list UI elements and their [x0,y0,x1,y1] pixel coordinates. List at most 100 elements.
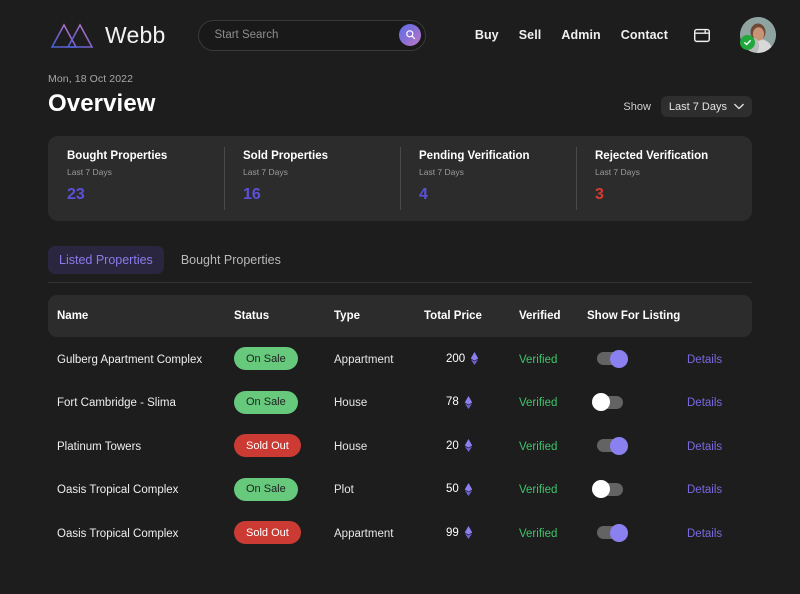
details-link[interactable]: Details [687,397,722,409]
cell-property-type: Plot [334,484,354,497]
wallet-icon[interactable] [692,25,712,45]
stat-subtitle: Last 7 Days [595,167,640,177]
stat-title: Bought Properties [67,150,168,162]
cell-property-type: House [334,440,368,453]
status-badge: On Sale [234,347,298,371]
nav-item-contact[interactable]: Contact [621,28,668,42]
cell-verified-status: Verified [519,484,558,497]
stat-value: 16 [243,186,261,203]
toggle-knob [610,349,628,368]
search-container [198,19,427,51]
stat-card-pending-verification: Pending Verification Last 7 Days 4 [400,136,576,221]
properties-table: Name Status Type Total Price Verified Sh… [48,295,752,555]
details-link[interactable]: Details [687,354,722,366]
show-for-listing-toggle[interactable] [597,523,628,542]
status-badge: On Sale [234,390,298,414]
column-header-type: Type [334,310,360,322]
cell-property-type: Appartment [334,353,394,366]
cell-total-price: 200 [424,352,519,366]
cell-total-price: 78 [424,395,519,409]
table-row: Fort Cambridge - Slima On Sale House 78 Veri… [48,381,752,425]
cell-total-price: 20 [424,439,519,453]
status-badge: Sold Out [234,521,301,545]
column-header-verified: Verified [519,310,561,322]
column-header-status: Status [234,310,270,322]
ethereum-icon [464,526,473,540]
table-row: Oasis Tropical Complex On Sale Plot 50 Verif… [48,468,752,512]
nav-item-sell[interactable]: Sell [519,28,542,42]
brand-name: Webb [105,21,166,48]
cell-total-price: 99 [424,526,519,540]
stat-subtitle: Last 7 Days [67,167,112,177]
chevron-down-icon [734,103,744,110]
ethereum-icon [470,352,479,366]
stat-title: Pending Verification [419,150,530,162]
stat-title: Rejected Verification [595,150,709,162]
stat-card-rejected-verification: Rejected Verification Last 7 Days 3 [576,136,752,221]
dashboard-page: Webb Buy Sell Admin Contact [0,0,800,594]
check-badge-icon [740,35,755,50]
details-link[interactable]: Details [687,528,722,540]
nav-item-buy[interactable]: Buy [475,28,499,42]
date-range-value: Last 7 Days [668,100,727,113]
mountain-logo-icon [50,23,94,48]
cell-verified-status: Verified [519,527,558,540]
date-range-select[interactable]: Last 7 Days [660,96,752,117]
cell-property-name: Oasis Tropical Complex [57,484,179,497]
main-nav: Buy Sell Admin Contact [475,17,776,53]
toggle-knob [610,523,628,542]
column-header-show-for-listing: Show For Listing [587,310,681,322]
cell-property-name: Oasis Tropical Complex [57,527,179,540]
details-link[interactable]: Details [687,441,722,453]
table-row: Gulberg Apartment Complex On Sale Appartme… [48,337,752,381]
details-link[interactable]: Details [687,484,722,496]
search-button[interactable] [399,23,422,46]
stat-value: 3 [595,186,604,203]
ethereum-icon [464,439,473,453]
price-value: 50 [446,483,459,496]
search-input[interactable] [198,19,427,51]
price-value: 99 [446,526,459,539]
stat-value: 4 [419,186,428,203]
cell-property-name: Platinum Towers [57,440,142,453]
app-header: Webb Buy Sell Admin Contact [0,0,800,70]
toggle-knob [592,393,610,412]
cell-property-type: House [334,397,368,410]
stat-card-bought-properties: Bought Properties Last 7 Days 23 [48,136,224,221]
cell-verified-status: Verified [519,440,558,453]
status-badge: On Sale [234,477,298,501]
table-body: Gulberg Apartment Complex On Sale Appartme… [48,337,752,555]
toggle-knob [592,480,610,499]
column-header-total-price: Total Price [424,310,482,322]
search-icon [406,30,416,40]
current-date: Mon, 18 Oct 2022 [48,73,134,85]
cell-property-name: Fort Cambridge - Slima [57,397,176,410]
brand[interactable]: Webb [50,20,165,50]
stats-cards: Bought Properties Last 7 Days 23 Sold Pr… [48,136,752,221]
stat-title: Sold Properties [243,150,328,162]
column-header-name: Name [57,310,89,322]
cell-property-name: Gulberg Apartment Complex [57,353,203,366]
stat-subtitle: Last 7 Days [419,167,464,177]
show-for-listing-toggle[interactable] [592,480,623,499]
table-row: Oasis Tropical Complex Sold Out Appartment… [48,511,752,555]
cell-verified-status: Verified [519,353,558,366]
filter-group: Show Last 7 Days [623,96,752,117]
stat-card-sold-properties: Sold Properties Last 7 Days 16 [224,136,400,221]
nav-item-admin[interactable]: Admin [561,28,600,42]
stat-subtitle: Last 7 Days [243,167,288,177]
tab-listed-properties[interactable]: Listed Properties [48,246,164,274]
property-tabs: Listed Properties Bought Properties [48,246,752,283]
status-badge: Sold Out [234,434,301,458]
price-value: 20 [446,439,459,452]
cell-verified-status: Verified [519,397,558,410]
tab-bought-properties[interactable]: Bought Properties [170,246,292,274]
show-for-listing-toggle[interactable] [592,393,623,412]
price-value: 200 [446,352,466,365]
page-title-section: Mon, 18 Oct 2022 Overview Show Last 7 Da… [0,70,800,118]
table-row: Platinum Towers Sold Out House 20 Verified De… [48,424,752,468]
cell-property-type: Appartment [334,527,394,540]
show-for-listing-toggle[interactable] [597,436,628,455]
show-for-listing-toggle[interactable] [597,349,628,368]
avatar-container[interactable] [740,17,776,53]
